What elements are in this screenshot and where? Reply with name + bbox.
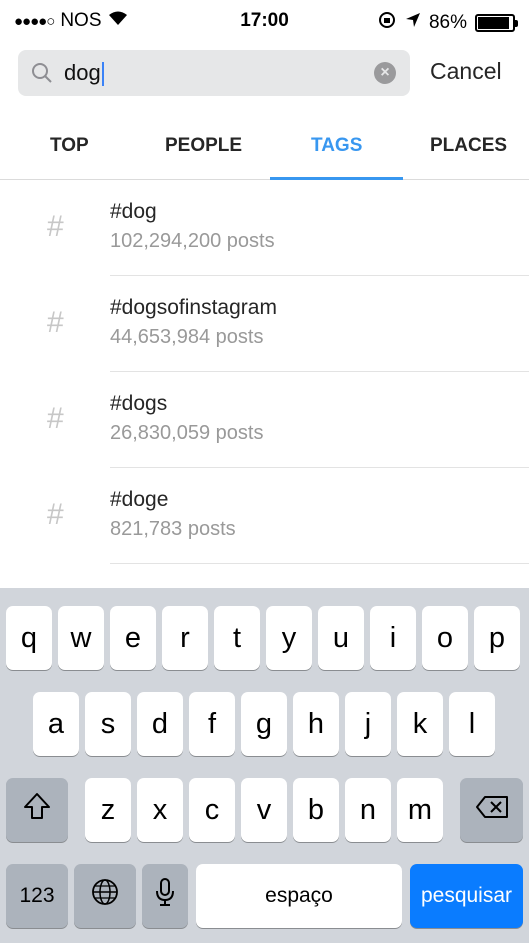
tag-name: #dogsofinstagram [110,296,277,319]
key-m[interactable]: m [397,778,443,842]
tag-results-list: # #dog 102,294,200 posts # #dogsofinstag… [0,180,529,564]
globe-icon [91,878,119,914]
tag-post-count: 102,294,200 posts [110,230,275,252]
text-caret [101,62,104,87]
key-h[interactable]: h [293,692,339,756]
search-tabs: TOP PEOPLE TAGS PLACES [0,120,529,180]
microphone-icon [155,877,175,915]
search-query-text: dog [64,60,101,85]
battery-icon [475,14,518,32]
backspace-key[interactable] [460,778,523,842]
battery-percent: 86% [428,12,467,33]
shift-icon [22,792,52,828]
key-o[interactable]: o [422,606,468,670]
tag-name: #dogs [110,392,168,415]
key-c[interactable]: c [189,778,235,842]
tab-places[interactable]: PLACES [430,135,507,157]
key-l[interactable]: l [449,692,495,756]
space-key[interactable]: espaço [196,864,402,928]
hashtag-icon: # [47,210,64,243]
numbers-key[interactable]: 123 [6,864,68,928]
globe-key[interactable] [74,864,136,928]
tab-top[interactable]: TOP [50,135,89,157]
key-t[interactable]: t [214,606,260,670]
hashtag-icon: # [47,402,64,435]
battery-fill [478,17,509,29]
clear-search-icon[interactable]: × [374,62,396,84]
key-r[interactable]: r [162,606,208,670]
tag-name: #dog [110,200,157,223]
key-k[interactable]: k [397,692,443,756]
key-n[interactable]: n [345,778,391,842]
key-q[interactable]: q [6,606,52,670]
key-f[interactable]: f [189,692,235,756]
rotation-lock-icon [377,10,397,36]
key-w[interactable]: w [58,606,104,670]
key-v[interactable]: v [241,778,287,842]
key-e[interactable]: e [110,606,156,670]
location-arrow-icon [405,12,421,34]
cancel-button[interactable]: Cancel [430,58,502,85]
key-a[interactable]: a [33,692,79,756]
search-icon [30,61,54,85]
status-bar: ●●●●○ NOS 17:00 86% [0,0,529,40]
tag-post-count: 26,830,059 posts [110,422,264,444]
onscreen-keyboard: q w e r t y u i o p a s d f g h j k l z … [0,588,529,943]
key-i[interactable]: i [370,606,416,670]
search-input[interactable]: dog [64,60,104,87]
key-x[interactable]: x [137,778,183,842]
key-p[interactable]: p [474,606,520,670]
hashtag-icon: # [47,306,64,339]
divider [110,563,529,564]
hashtag-icon: # [47,498,64,531]
tag-name: #doge [110,488,169,511]
list-item[interactable]: # #dogsofinstagram 44,653,984 posts [0,276,529,372]
key-b[interactable]: b [293,778,339,842]
key-j[interactable]: j [345,692,391,756]
dictation-key[interactable] [142,864,188,928]
search-key[interactable]: pesquisar [410,864,523,928]
key-g[interactable]: g [241,692,287,756]
key-y[interactable]: y [266,606,312,670]
shift-key[interactable] [6,778,68,842]
list-item[interactable]: # #doge 821,783 posts [0,468,529,564]
tag-post-count: 44,653,984 posts [110,326,264,348]
list-item[interactable]: # #dog 102,294,200 posts [0,180,529,276]
backspace-icon [475,794,509,827]
list-item[interactable]: # #dogs 26,830,059 posts [0,372,529,468]
tab-tags[interactable]: TAGS [311,135,362,157]
key-s[interactable]: s [85,692,131,756]
search-bar[interactable]: dog × [18,50,410,96]
key-d[interactable]: d [137,692,183,756]
tab-people[interactable]: PEOPLE [165,135,242,157]
key-z[interactable]: z [85,778,131,842]
key-u[interactable]: u [318,606,364,670]
tag-post-count: 821,783 posts [110,518,236,540]
